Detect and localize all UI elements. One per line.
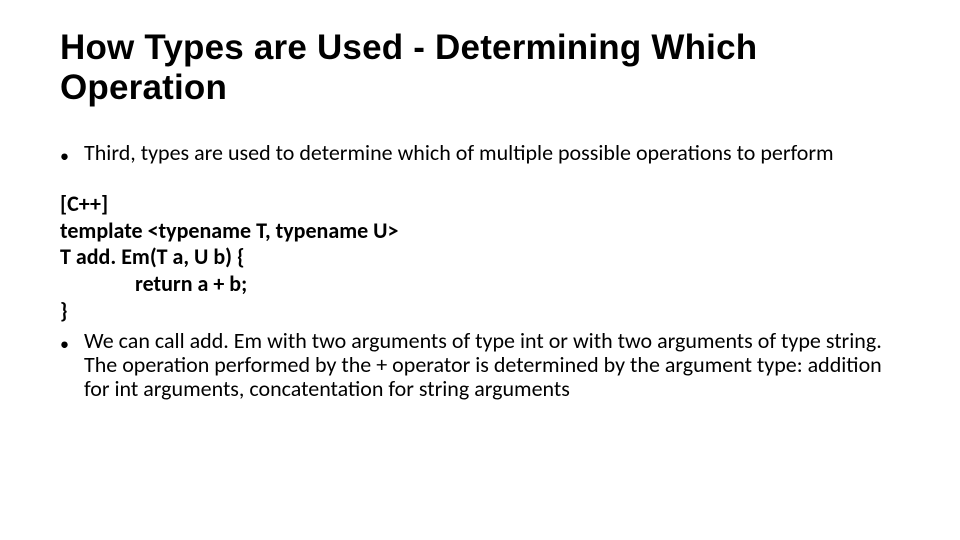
bullet-item: Third, types are used to determine which… bbox=[60, 141, 900, 167]
code-block: [C++] template <typename T, typename U> … bbox=[60, 191, 900, 325]
bullet-item: We can call add. Em with two arguments o… bbox=[60, 329, 900, 402]
code-line: } bbox=[60, 298, 900, 325]
code-line: return a + b; bbox=[60, 271, 900, 298]
bullet-dot-icon bbox=[60, 329, 84, 402]
slide-title: How Types are Used - Determining Which O… bbox=[60, 28, 900, 109]
slide: How Types are Used - Determining Which O… bbox=[0, 0, 960, 401]
bullet-text: We can call add. Em with two arguments o… bbox=[84, 329, 900, 402]
bullet-dot-icon bbox=[60, 141, 84, 167]
slide-body: Third, types are used to determine which… bbox=[60, 141, 900, 402]
code-line: template <typename T, typename U> bbox=[60, 218, 900, 245]
bullet-text: Third, types are used to determine which… bbox=[84, 141, 900, 167]
code-line: T add. Em(T a, U b) { bbox=[60, 244, 900, 271]
code-line: [C++] bbox=[60, 191, 900, 218]
